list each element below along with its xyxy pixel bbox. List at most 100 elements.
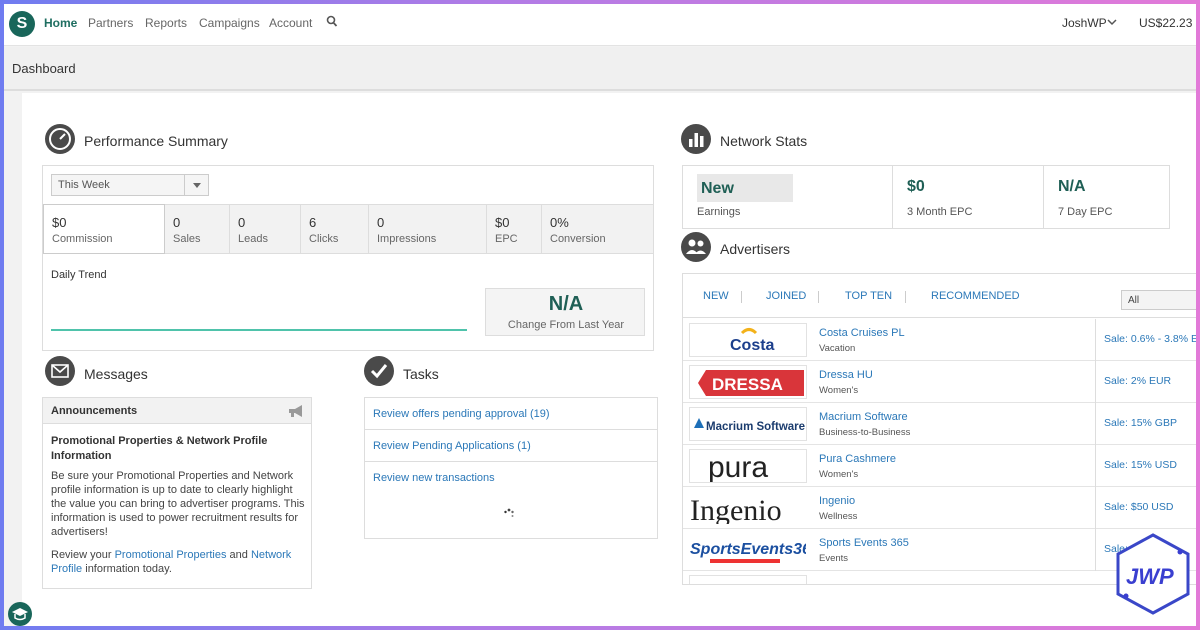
stat-label: Earnings [697,206,741,218]
task-item[interactable]: Review new transactions [365,462,657,494]
advertiser-row[interactable]: Macrium Software Macrium Software Busine… [683,403,1196,445]
messages-title: Messages [84,366,148,382]
advertiser-sale: Sale: 0.6% - 3.8% EUR [1095,319,1196,361]
announcement-footer: Review your Promotional Properties and N… [51,548,305,576]
metric-leads[interactable]: 0 Leads [230,205,301,253]
logo-text: Ingenio [690,494,782,525]
tab-divider [818,291,819,303]
metric-label: Commission [52,233,113,245]
metric-value: 0 [238,215,246,230]
advertiser-row[interactable]: Ingenio Ingenio Wellness Sale: $50 USD [683,487,1196,529]
footer-text: information today. [85,563,172,575]
metric-label: EPC [495,233,518,245]
pura-logo: pura [689,449,807,483]
advertiser-name[interactable]: Dressa HU [819,369,873,381]
nav-home[interactable]: Home [44,16,77,30]
advertiser-name[interactable]: Ingenio [819,495,855,507]
metric-clicks[interactable]: 6 Clicks [301,205,369,253]
speedometer-icon [45,124,75,154]
jwp-badge-text: JWP [1126,564,1174,589]
jwp-watermark-logo: JWP [1116,533,1190,615]
task-link[interactable]: Review Pending Applications (1) [373,440,531,452]
stat-3-month-epc: $0 3 Month EPC [893,166,1044,228]
advertiser-name[interactable]: Sports Events 365 [819,537,909,549]
footer-text: Review your [51,549,112,561]
search-icon[interactable] [326,15,338,29]
chevron-down-icon[interactable] [184,175,208,195]
stat-value: N/A [1058,178,1086,195]
tasks-panel: Review offers pending approval (19) Revi… [364,397,658,539]
tab-recommended[interactable]: RECOMMENDED [931,290,1020,302]
announcements-header: Announcements [43,398,311,424]
graduation-cap-icon[interactable] [8,602,32,626]
user-menu[interactable]: JoshWP [1062,16,1107,30]
advertiser-row[interactable]: pura Pura Cashmere Women's Sale: 15% USD [683,445,1196,487]
browser-viewport: S Home Partners Reports Campaigns Accoun… [4,4,1196,626]
tab-joined[interactable]: JOINED [766,290,806,302]
advertiser-tabs: NEW JOINED TOP TEN RECOMMENDED All [683,274,1196,318]
tasks-title: Tasks [403,366,439,382]
stat-value: $0 [907,178,925,195]
metric-impressions[interactable]: 0 Impressions [369,205,487,253]
metric-conversion[interactable]: 0% Conversion [542,205,653,253]
daily-trend-label: Daily Trend [51,269,107,281]
period-select[interactable]: This Week [51,174,209,196]
metric-value: 6 [309,215,317,230]
advertiser-row[interactable]: Costa Costa Cruises PL Vacation Sale: 0.… [683,319,1196,361]
performance-summary-panel: This Week $0 Commission 0 Sales 0 Leads … [42,165,654,351]
metric-sales[interactable]: 0 Sales [165,205,230,253]
ingenio-logo: Ingenio [689,491,807,525]
advertiser-name[interactable]: Pura Cashmere [819,453,896,465]
task-item[interactable]: Review Pending Applications (1) [365,430,657,462]
advertiser-category: Women's [819,385,859,396]
advertiser-row[interactable]: DRESSA Dressa HU Women's Sale: 2% EUR [683,361,1196,403]
stat-earnings: New Earnings [683,166,893,228]
task-link[interactable]: Review offers pending approval (19) [373,408,550,420]
metric-value: 0 [173,215,181,230]
advertiser-filter-select[interactable]: All [1121,290,1196,310]
new-badge: New [697,174,793,202]
announcement-title: Promotional Properties & Network Profile… [51,435,268,462]
metric-value: 0% [550,215,569,230]
dashboard-header: Dashboard [4,47,1196,91]
costa-logo: Costa [689,323,807,357]
sports-events-logo: SportsEvents365 [689,533,807,567]
bar-chart-icon [681,124,711,154]
metrics-row: $0 Commission 0 Sales 0 Leads 6 Clicks 0 [43,204,653,254]
nav-partners[interactable]: Partners [88,16,133,30]
change-label: Change From Last Year [507,319,625,331]
task-link[interactable]: Review new transactions [373,472,495,484]
chevron-down-icon[interactable] [1107,18,1117,26]
advertiser-category: Wellness [819,511,858,522]
page-title: Dashboard [12,61,76,76]
logo-text: pura [708,451,768,483]
tab-new[interactable]: NEW [703,290,729,302]
nav-reports[interactable]: Reports [145,16,187,30]
megaphone-icon [289,405,302,417]
brand-logo-icon[interactable]: S [9,11,35,37]
advertiser-name[interactable]: Macrium Software [819,411,908,423]
metric-commission[interactable]: $0 Commission [43,204,165,254]
dressa-logo: DRESSA [689,365,807,399]
loading-spinner-icon [504,508,514,517]
task-item[interactable]: Review offers pending approval (19) [365,398,657,430]
messages-panel: Announcements Promotional Properties & N… [42,397,312,589]
nav-campaigns[interactable]: Campaigns [199,16,260,30]
footer-text: and [229,549,248,561]
network-stats-title: Network Stats [720,133,808,149]
advertisers-title: Advertisers [720,241,791,257]
envelope-icon [45,356,75,386]
advertiser-sale: Sale: 2% EUR [1095,361,1196,403]
metric-value: $0 [52,215,67,230]
logo-text: DRESSA [712,375,783,394]
metric-epc[interactable]: $0 EPC [487,205,542,253]
advertiser-name[interactable]: Costa Cruises PL [819,327,905,339]
macrium-logo: Macrium Software [689,407,807,441]
tab-divider [905,291,906,303]
logo-text: Macrium Software [706,421,805,433]
nav-account[interactable]: Account [269,16,312,30]
promotional-properties-link[interactable]: Promotional Properties [115,549,227,561]
announcements-label: Announcements [51,405,138,417]
period-select-value: This Week [58,179,110,191]
tab-top-ten[interactable]: TOP TEN [845,290,892,302]
